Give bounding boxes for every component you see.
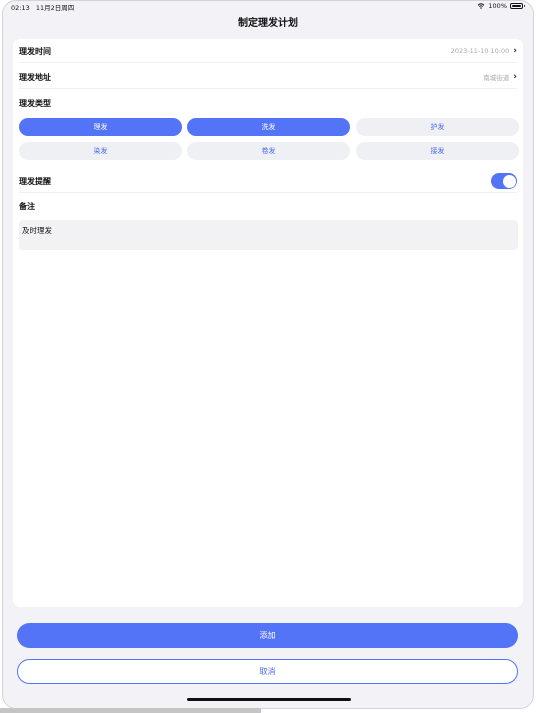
status-date: 11月2日周四 bbox=[35, 4, 75, 12]
type-chip-extension[interactable]: 接发 bbox=[356, 142, 519, 160]
notes-input[interactable]: 及时理发 bbox=[19, 220, 518, 250]
status-bar: 02:13 11月2日周四 100% bbox=[3, 1, 533, 12]
reminder-toggle[interactable] bbox=[491, 173, 517, 189]
chevron-right-icon: › bbox=[513, 45, 517, 56]
type-label: 理发类型 bbox=[19, 99, 51, 108]
type-chip-dye[interactable]: 染发 bbox=[19, 142, 182, 160]
plan-form-card: 理发时间 2023-11-10 10:00 › 理发地址 南城街道 › 理发类型… bbox=[13, 39, 523, 607]
address-value: 南城街道 bbox=[483, 74, 510, 82]
add-button[interactable]: 添加 bbox=[17, 623, 518, 648]
type-chip-care[interactable]: 护发 bbox=[356, 118, 519, 136]
wifi-icon bbox=[478, 3, 485, 9]
time-row[interactable]: 理发时间 2023-11-10 10:00 › bbox=[19, 40, 517, 63]
time-value: 2023-11-10 10:00 bbox=[450, 47, 510, 55]
notes-label: 备注 bbox=[19, 202, 35, 211]
chevron-right-icon: › bbox=[513, 71, 517, 82]
type-chip-wash[interactable]: 洗发 bbox=[187, 118, 350, 136]
type-chip-curl[interactable]: 卷发 bbox=[187, 142, 350, 160]
reminder-label: 理发提醒 bbox=[19, 176, 51, 186]
cancel-button[interactable]: 取消 bbox=[17, 659, 518, 684]
page-title: 制定理发计划 bbox=[238, 18, 298, 29]
reminder-row: 理发提醒 bbox=[19, 170, 517, 193]
address-row[interactable]: 理发地址 南城街道 › bbox=[19, 66, 517, 89]
address-label: 理发地址 bbox=[19, 72, 51, 82]
horizontal-scrollbar[interactable] bbox=[0, 708, 261, 713]
home-indicator[interactable] bbox=[187, 698, 351, 701]
battery-percent: 100% bbox=[488, 2, 507, 10]
battery-icon bbox=[510, 3, 525, 9]
type-chip-cut[interactable]: 理发 bbox=[19, 118, 182, 136]
time-label: 理发时间 bbox=[19, 46, 51, 56]
status-time: 02:13 bbox=[11, 4, 30, 12]
app-window: 02:13 11月2日周四 100% 制定理发计划 理发时间 2023-11-1… bbox=[2, 0, 534, 709]
